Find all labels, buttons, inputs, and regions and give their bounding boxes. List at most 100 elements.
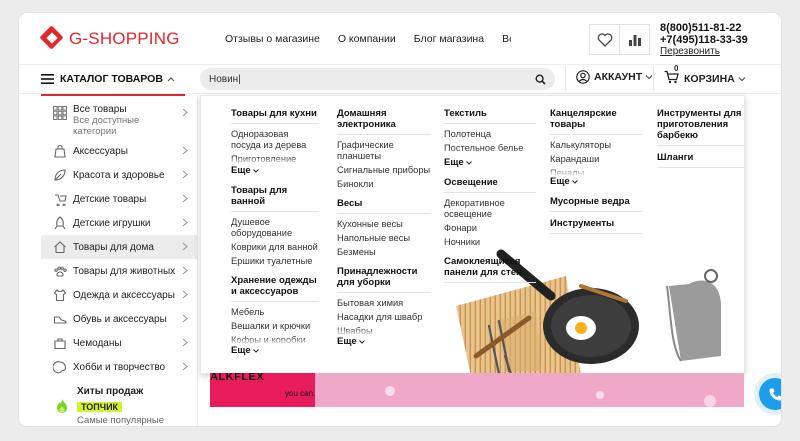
leaf-icon xyxy=(53,168,67,182)
menu-link[interactable]: Швабры xyxy=(337,326,431,336)
menu-link[interactable]: Сигнальные приборы xyxy=(337,165,431,176)
menu-group-panels[interactable]: Самоклеящиеся панели для стен xyxy=(444,256,536,283)
menu-group-lighting[interactable]: Освещение xyxy=(444,177,536,193)
menu-link[interactable]: Душевое оборудование xyxy=(231,217,319,239)
menu-group-electronics[interactable]: Домашняя электроника xyxy=(337,108,431,135)
menu-group-trash[interactable]: Мусорные ведра xyxy=(550,196,642,212)
chevron-right-icon xyxy=(182,108,188,117)
menu-link[interactable]: Фонари xyxy=(444,223,536,234)
account-label: АККАУНТ xyxy=(594,71,643,83)
cart-button[interactable]: 0 КОРЗИНА xyxy=(664,64,746,87)
phone-1[interactable]: 8(800)511-81-22 xyxy=(660,22,748,34)
banner-tagline: you can. xyxy=(285,389,316,398)
sidebar-item-all[interactable]: Все товары Все доступные категории xyxy=(41,95,197,139)
catalog-button[interactable]: КАТАЛОГ ТОВАРОВ xyxy=(41,65,185,96)
menu-link[interactable]: Вешалки и крючки xyxy=(231,321,319,332)
menu-link[interactable]: Кофры и коробки xyxy=(231,335,319,345)
compare-button[interactable] xyxy=(619,24,650,55)
menu-link[interactable]: Бинокли xyxy=(337,179,431,190)
rocket-icon xyxy=(53,216,67,230)
menu-group-tools[interactable]: Инструменты xyxy=(550,218,642,234)
nav-blog[interactable]: Блог магазина xyxy=(414,33,484,45)
stroller-icon xyxy=(53,192,67,206)
sidebar-item-label: Детские товары xyxy=(73,193,147,205)
chevron-right-icon xyxy=(182,290,188,299)
favorites-button[interactable] xyxy=(589,24,620,55)
menu-group-scales[interactable]: Весы xyxy=(337,198,431,214)
catalog-label: КАТАЛОГ ТОВАРОВ xyxy=(60,73,163,85)
more-button[interactable]: Еще xyxy=(337,336,431,347)
mega-menu: Товары для кухни Одноразовая посуда из д… xyxy=(200,95,745,374)
sidebar-item-leaf[interactable]: Красота и здоровье xyxy=(41,163,197,187)
more-button[interactable]: Еще xyxy=(550,176,642,187)
chevron-right-icon xyxy=(182,194,188,203)
phone-2[interactable]: +7(495)118-33-39 xyxy=(660,34,748,46)
menu-group-hoses[interactable]: Шланги xyxy=(657,152,744,168)
menu-link[interactable]: Безмены xyxy=(337,247,431,258)
sidebar-item-shirt[interactable]: Одежда и аксессуары xyxy=(41,283,197,307)
sidebar-item-label: Чемоданы xyxy=(73,337,122,349)
menu-link[interactable]: Графические планшеты xyxy=(337,140,431,162)
chevron-right-icon xyxy=(182,266,188,275)
chevron-right-icon xyxy=(182,170,188,179)
sidebar-item-suitcase[interactable]: Чемоданы xyxy=(41,331,197,355)
nav-about[interactable]: О компании xyxy=(338,33,396,45)
sidebar-item-rocket[interactable]: Детские игрушки xyxy=(41,211,197,235)
chevron-right-icon xyxy=(182,314,188,323)
nav-reviews[interactable]: Отзывы о магазине xyxy=(225,33,320,45)
menu-link[interactable]: Полотенца xyxy=(444,129,536,140)
menu-link[interactable]: Ершики туалетные xyxy=(231,256,319,267)
menu-group-bath[interactable]: Товары для ванной xyxy=(231,185,319,212)
menu-group-stationery[interactable]: Канцелярские товары xyxy=(550,108,642,135)
sidebar-item-house[interactable]: Товары для дома xyxy=(41,235,197,259)
menu-link[interactable]: Напольные весы xyxy=(337,233,431,244)
user-icon xyxy=(576,70,590,84)
menu-link[interactable]: Мебель xyxy=(231,307,319,318)
menu-link[interactable]: Насадки для швабр xyxy=(337,312,431,323)
chevron-right-icon xyxy=(182,362,188,371)
heart-icon xyxy=(597,32,612,47)
menu-link[interactable]: Бытовая химия xyxy=(337,298,431,309)
sidebar-item-hits[interactable]: Хиты продаж ТОПЧИК Самые популярные xyxy=(53,386,164,426)
menu-group-kitchen[interactable]: Товары для кухни xyxy=(231,108,319,124)
sidebar-item-stroller[interactable]: Детские товары xyxy=(41,187,197,211)
search-input[interactable] xyxy=(200,68,555,90)
nav-brands[interactable]: Все бренды xyxy=(502,33,511,45)
sidebar-item-paw[interactable]: Товары для животных xyxy=(41,259,197,283)
sidebar-item-shoe[interactable]: Обувь и аксессуары xyxy=(41,307,197,331)
menu-link[interactable]: Ночники xyxy=(444,237,536,248)
chevron-right-icon xyxy=(182,218,188,227)
menu-group-cleaning[interactable]: Принадлежности для уборки xyxy=(337,266,431,293)
menu-link[interactable]: Калькуляторы xyxy=(550,140,642,151)
menu-link[interactable]: Карандаши xyxy=(550,154,642,165)
more-button[interactable]: Еще xyxy=(444,157,536,168)
account-button[interactable]: АККАУНТ xyxy=(576,70,653,84)
menu-group-bbq[interactable]: Инструменты для приготовления барбекю xyxy=(657,108,744,146)
menu-link[interactable]: Пеналы xyxy=(550,168,642,176)
callback-link[interactable]: Перезвонить xyxy=(660,46,748,58)
logo[interactable]: G-SHOPPING xyxy=(39,25,180,51)
menu-link[interactable]: Постельное белье xyxy=(444,143,536,154)
fire-icon xyxy=(57,399,67,413)
menu-link[interactable]: Коврики для ванной xyxy=(231,242,319,253)
more-button[interactable]: Еще xyxy=(231,345,319,356)
paw-icon xyxy=(53,264,67,278)
sidebar-item-label: Хобби и творчество xyxy=(73,361,166,373)
sidebar-item-palette[interactable]: Хобби и творчество xyxy=(41,355,197,379)
divider xyxy=(565,67,566,91)
menu-link[interactable]: Одноразовая посуда из дерева xyxy=(231,129,319,151)
banner-decor xyxy=(385,386,716,407)
chevron-right-icon xyxy=(182,242,188,251)
callback-chat-button[interactable] xyxy=(759,378,781,410)
shirt-icon xyxy=(53,288,67,302)
sidebar-item-label: Красота и здоровье xyxy=(73,169,165,181)
promo-banner[interactable]: ALKFLEX you can. xyxy=(210,373,744,407)
more-button[interactable]: Еще xyxy=(231,165,319,176)
menu-group-textile[interactable]: Текстиль xyxy=(444,108,536,124)
sidebar-item-bag[interactable]: Аксессуары xyxy=(41,139,197,163)
menu-link[interactable]: Приготовление пищи xyxy=(231,154,319,165)
menu-link[interactable]: Кухонные весы xyxy=(337,219,431,230)
menu-link[interactable]: Декоративное освещение xyxy=(444,198,536,220)
menu-group-storage[interactable]: Хранение одежды и аксессуаров xyxy=(231,275,319,302)
search-icon[interactable] xyxy=(535,74,546,85)
